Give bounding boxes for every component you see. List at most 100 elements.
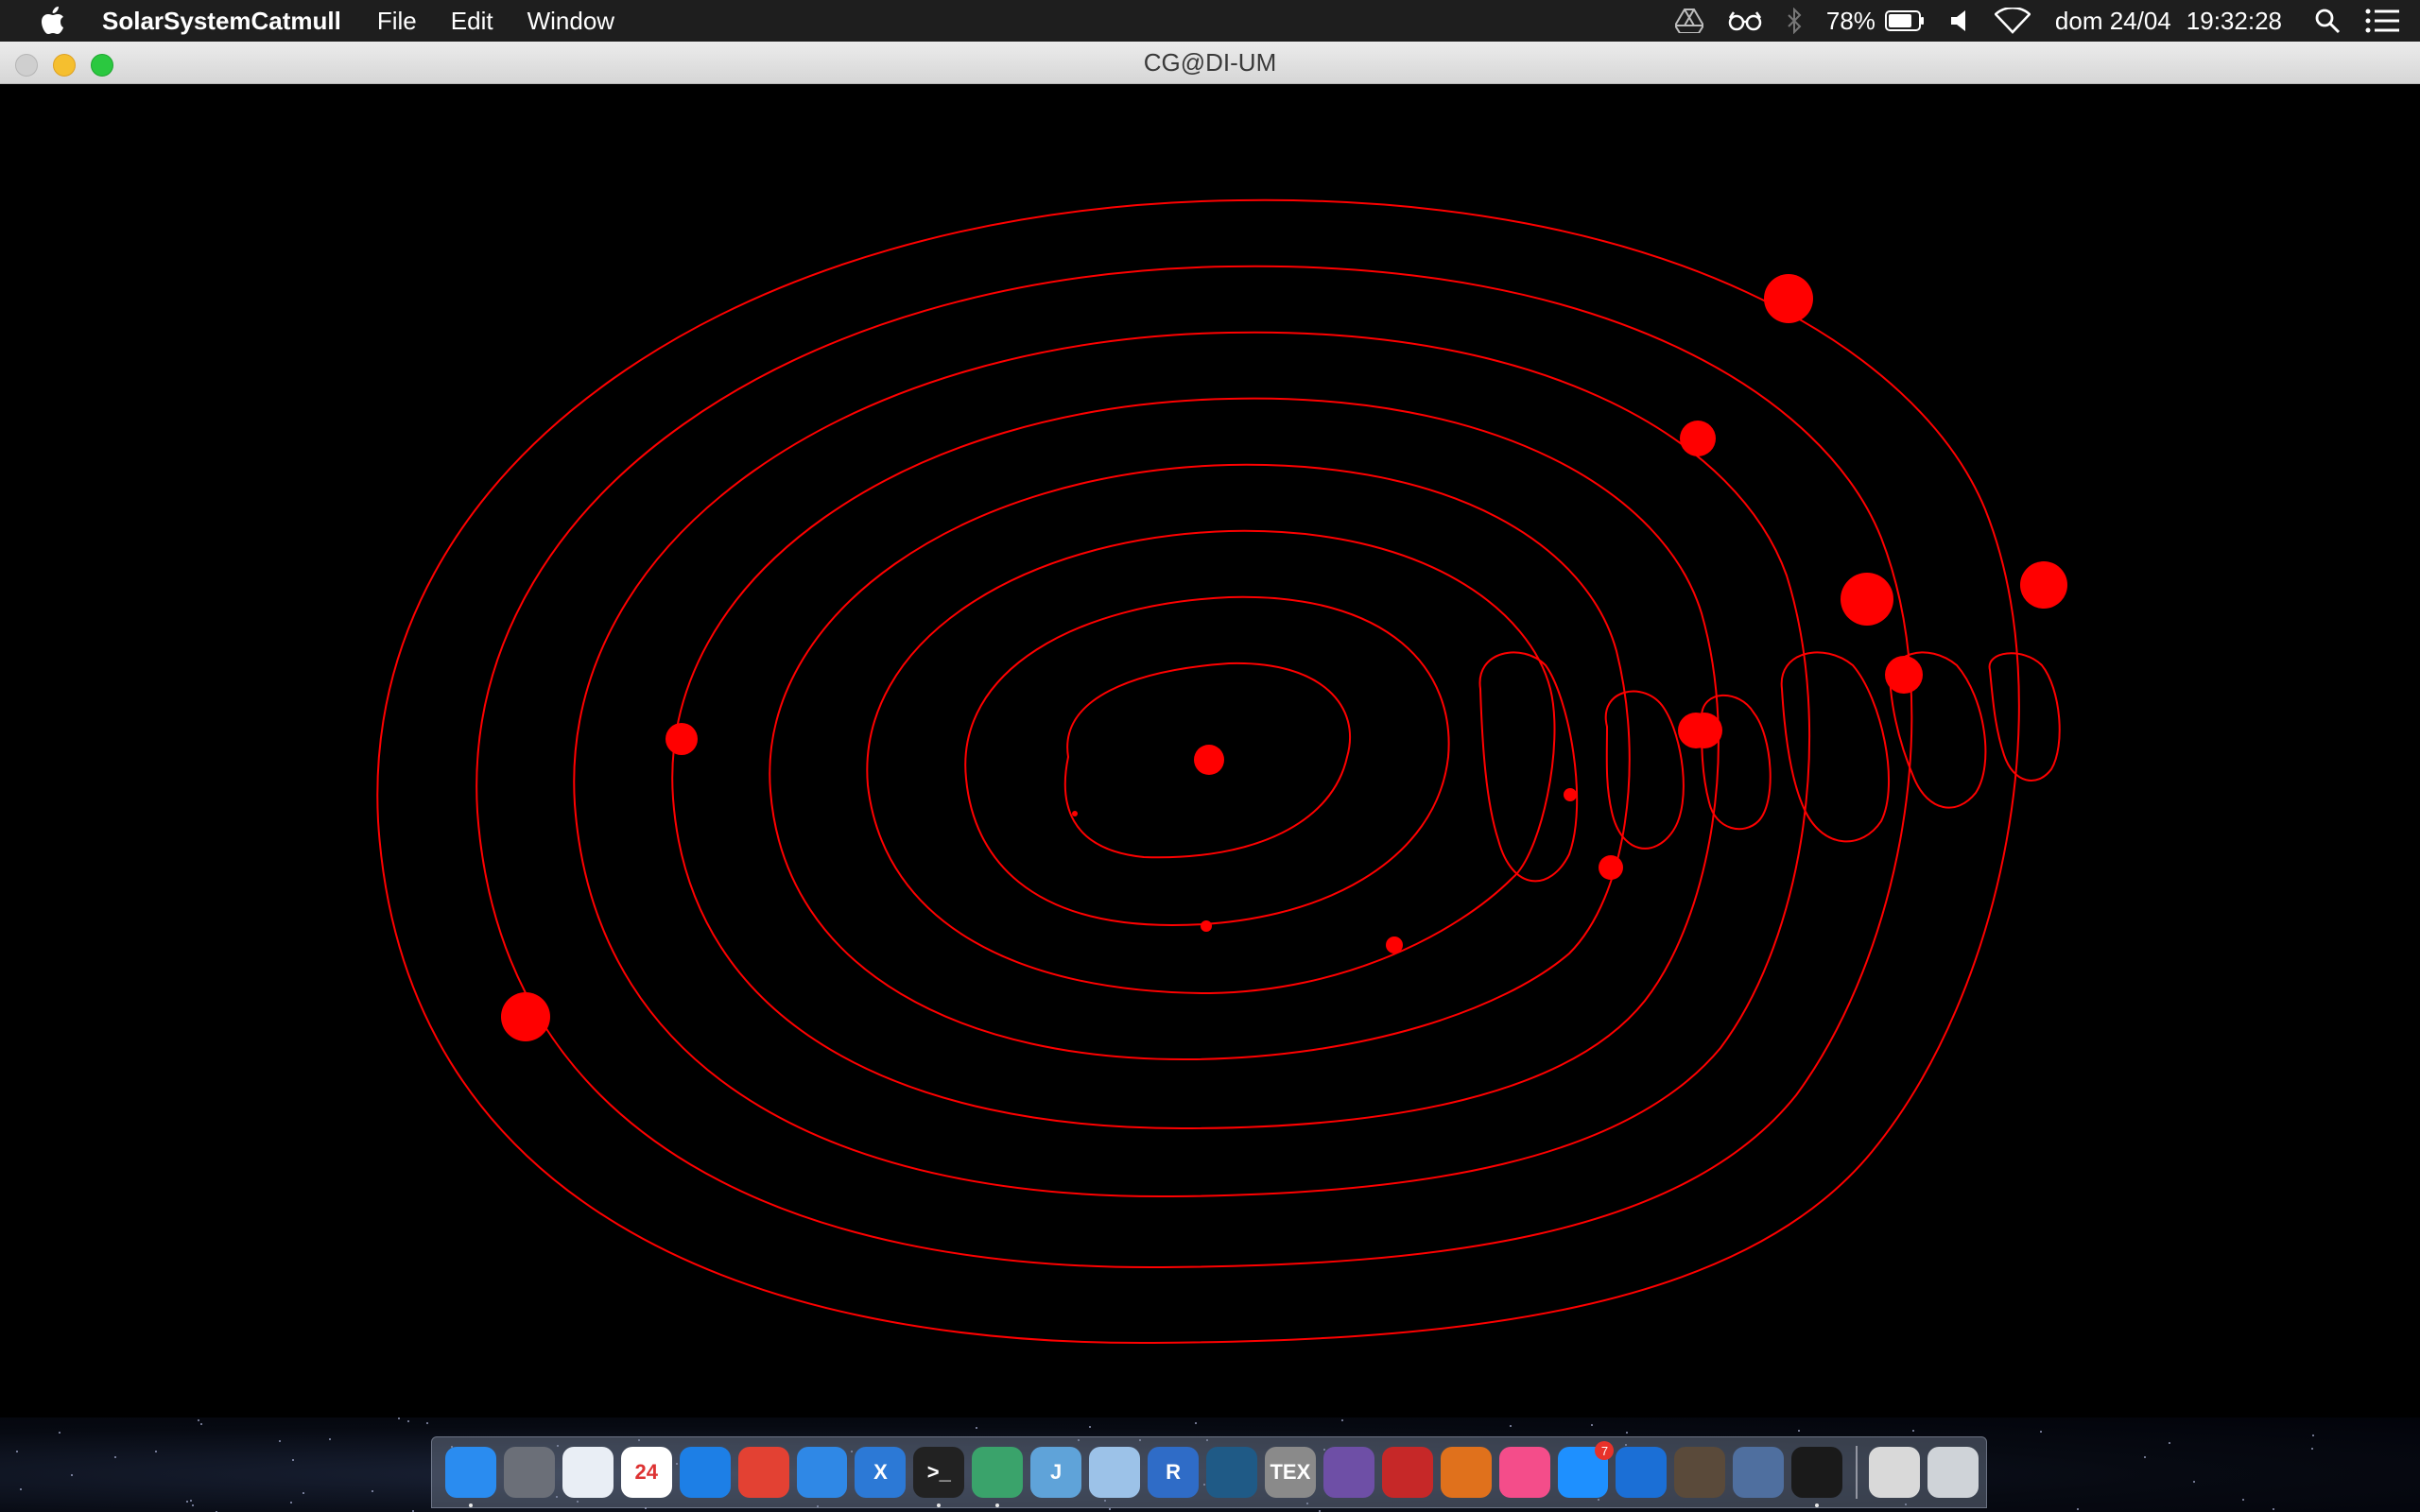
dock: 24 X >_ J R TEX 7: [431, 1436, 1987, 1508]
dock-console-icon[interactable]: [1791, 1447, 1843, 1507]
planet-7[interactable]: [1764, 274, 1813, 323]
dock-terminal-icon[interactable]: >_: [913, 1447, 965, 1507]
star-decoration: [1341, 1419, 1343, 1421]
star-decoration: [290, 1502, 292, 1503]
google-drive-icon[interactable]: [1674, 9, 1703, 33]
moon-orbit-2: [1604, 690, 1685, 850]
dock-blender-icon[interactable]: [1674, 1447, 1726, 1498]
star-decoration: [2193, 1481, 2195, 1483]
moon-1[interactable]: [1564, 788, 1577, 801]
menu-window[interactable]: Window: [527, 7, 614, 36]
planet-2[interactable]: [1201, 920, 1212, 932]
dock-mysql-workbench-icon[interactable]: [1205, 1447, 1257, 1498]
star-decoration: [1109, 1508, 1111, 1510]
dock-separator: [1856, 1446, 1858, 1499]
running-indicator: [469, 1503, 473, 1507]
moon-6[interactable]: [1885, 656, 1923, 694]
spotlight-search-icon[interactable]: [2314, 8, 2341, 34]
dock-virtualbox-cube-icon[interactable]: [1089, 1447, 1141, 1498]
dock-safari-icon[interactable]: [679, 1447, 731, 1498]
dock-icon-label: J: [1050, 1460, 1063, 1484]
star-decoration: [114, 1456, 116, 1458]
star-decoration: [426, 1422, 428, 1424]
star-decoration: [2169, 1442, 2170, 1444]
planet-3[interactable]: [1386, 936, 1403, 954]
dock-intellij-icon[interactable]: J: [1030, 1447, 1082, 1498]
moon-orbit-6: [1988, 652, 2061, 782]
moon-7[interactable]: [2020, 561, 2067, 609]
planet-4[interactable]: [1599, 855, 1623, 880]
dock-matlab-icon[interactable]: [1440, 1447, 1492, 1498]
window-close-button[interactable]: [15, 54, 38, 77]
window-title: CG@DI-UM: [1143, 47, 1277, 77]
window-minimize-button[interactable]: [53, 54, 76, 77]
dock-app-store-icon[interactable]: 7: [1557, 1441, 1615, 1498]
dock-virtualbox-icon[interactable]: [1733, 1447, 1785, 1498]
star-decoration: [1798, 1430, 1800, 1432]
celestial-bodies: [501, 274, 2067, 1041]
star-decoration: [1510, 1425, 1512, 1427]
star-decoration: [2311, 1448, 2313, 1450]
dock-clock-icon[interactable]: [562, 1447, 614, 1498]
star-decoration: [279, 1440, 281, 1442]
moon-5[interactable]: [1841, 573, 1893, 626]
star-decoration: [71, 1474, 73, 1476]
glasses-icon[interactable]: [1728, 10, 1762, 31]
app-store-badge: 7: [1595, 1441, 1615, 1460]
dock-xcode-icon[interactable]: X: [855, 1447, 907, 1498]
dock-calendar-icon[interactable]: 24: [620, 1447, 672, 1498]
dock-r-lang-icon[interactable]: R: [1148, 1447, 1199, 1498]
moon-orbit-4: [1780, 651, 1891, 843]
planet-6[interactable]: [1680, 421, 1716, 456]
dock-geogebra-icon[interactable]: [1381, 1447, 1433, 1498]
star-decoration: [302, 1492, 304, 1494]
dock-trash-icon[interactable]: [1927, 1447, 1979, 1498]
star-decoration: [59, 1432, 60, 1434]
dock-launchpad-icon[interactable]: [503, 1447, 555, 1498]
menu-file[interactable]: File: [377, 7, 417, 36]
bluetooth-icon[interactable]: [1787, 8, 1802, 34]
planet-1[interactable]: [1072, 811, 1078, 816]
star-decoration: [198, 1419, 199, 1421]
window-zoom-button[interactable]: [91, 54, 113, 77]
app-name-menu[interactable]: SolarSystemCatmull: [102, 7, 341, 36]
battery-icon[interactable]: [1884, 10, 1925, 31]
moon-8[interactable]: [1686, 713, 1722, 748]
volume-icon[interactable]: [1949, 9, 1970, 33]
battery-percent: 78%: [1825, 6, 1876, 35]
star-decoration: [398, 1418, 400, 1419]
running-indicator: [1815, 1503, 1820, 1507]
dock-atom-icon[interactable]: [972, 1447, 1024, 1507]
dock-icon-label: X: [873, 1460, 888, 1484]
star-decoration: [1195, 1422, 1197, 1424]
notification-center-icon[interactable]: [2365, 9, 2401, 33]
star-decoration: [190, 1500, 192, 1502]
planet-8[interactable]: [501, 992, 550, 1041]
star-decoration: [407, 1420, 409, 1422]
dock-finder-icon[interactable]: [445, 1447, 496, 1507]
solar-system-canvas[interactable]: [0, 84, 2420, 1418]
dock-xcode-instruments-icon[interactable]: [796, 1447, 848, 1498]
sun[interactable]: [1194, 745, 1224, 775]
dock-wireshark-icon[interactable]: [1616, 1447, 1668, 1498]
wifi-icon[interactable]: [1994, 8, 2031, 34]
planet-5[interactable]: [666, 723, 698, 755]
star-decoration: [186, 1501, 188, 1503]
star-decoration: [16, 1451, 18, 1452]
menu-edit[interactable]: Edit: [451, 7, 493, 36]
dock-downloads-stack-icon[interactable]: [1869, 1447, 1921, 1498]
dock-itunes-icon[interactable]: [1498, 1447, 1550, 1498]
star-decoration: [976, 1427, 977, 1429]
star-decoration: [20, 1488, 22, 1490]
moon-orbit-1: [1478, 651, 1579, 883]
window-title-bar[interactable]: CG@DI-UM: [0, 42, 2420, 84]
star-decoration: [292, 1459, 294, 1461]
apple-icon[interactable]: [36, 5, 70, 37]
dock-tex-icon[interactable]: TEX: [1264, 1447, 1316, 1498]
time-text[interactable]: 19:32:28: [2187, 7, 2282, 36]
date-text[interactable]: dom 24/04: [2055, 7, 2171, 36]
star-decoration: [2312, 1435, 2314, 1436]
dock-github-desktop-icon[interactable]: [1322, 1447, 1374, 1498]
dock-chrome-icon[interactable]: [737, 1447, 789, 1498]
star-decoration: [1089, 1426, 1091, 1428]
